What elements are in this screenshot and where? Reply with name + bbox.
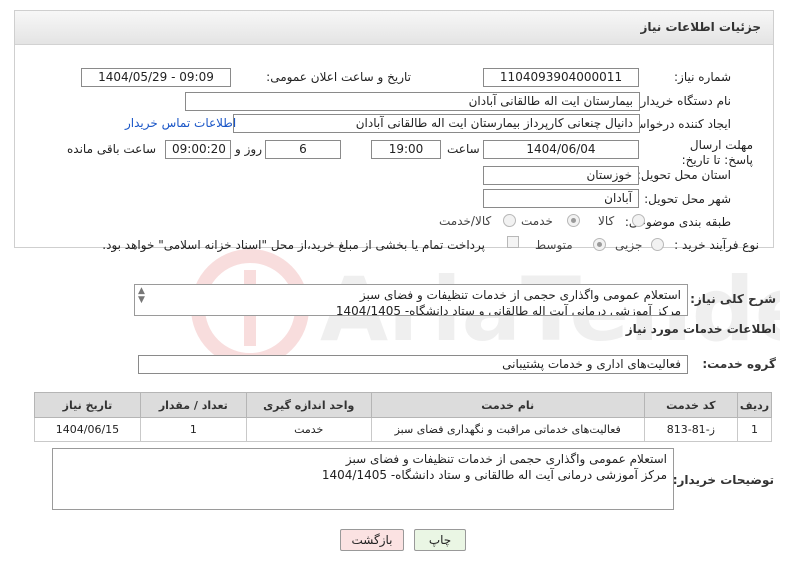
service-group-field[interactable]: فعالیت‌های اداری و خدمات پشتیبانی <box>138 355 688 374</box>
general-desc-label: شرح کلی نیاز: <box>690 292 776 306</box>
col-header-row: ردیف <box>736 392 773 418</box>
cell-row-number: 1 <box>736 417 773 442</box>
services-section-title: اطلاعات خدمات مورد نیاز <box>625 322 776 336</box>
need-number-field[interactable]: 1104093904000011 <box>483 68 639 87</box>
table-row[interactable]: 1 ز-81-813 فعالیت‌های خدماتی مراقبت و نگ… <box>34 417 773 442</box>
city-field[interactable]: آبادان <box>483 189 639 208</box>
remaining-days-field[interactable]: 6 <box>265 140 341 159</box>
cell-quantity: 1 <box>139 417 247 442</box>
general-desc-line-2: مرکز آموزشی درمانی آیت اله طالقانی و ستا… <box>335 304 681 316</box>
deadline-date-field[interactable]: 1404/06/04 <box>483 140 639 159</box>
province-field[interactable]: خوزستان <box>483 166 639 185</box>
general-desc-textarea[interactable]: استعلام عمومی واگذاری حجمی از خدمات تنظی… <box>134 284 688 316</box>
process-label: نوع فرآیند خرید : <box>674 238 759 252</box>
category-radio-goods-service[interactable] <box>503 214 516 227</box>
treasury-payment-checkbox[interactable] <box>507 236 519 248</box>
process-option-medium: متوسط <box>535 238 573 252</box>
province-label: استان محل تحویل: <box>636 168 731 182</box>
back-button[interactable]: بازگشت <box>340 529 404 551</box>
deadline-label: مهلت ارسال پاسخ: تا تاریخ: <box>681 138 753 167</box>
category-option-goods: کالا <box>598 214 615 228</box>
creator-field[interactable]: دانیال چنعانی کارپرداز بیمارستان ایت اله… <box>233 114 640 133</box>
buyer-notes-textarea[interactable]: استعلام عمومی واگذاری حجمی از خدمات تنظی… <box>52 448 674 510</box>
cell-unit: خدمت <box>245 417 372 442</box>
panel-header: جزئیات اطلاعات نیاز <box>15 11 773 45</box>
announce-datetime-field[interactable]: 1404/05/29 - 09:09 <box>81 68 231 87</box>
remaining-time-field[interactable]: 09:00:20 <box>165 140 231 159</box>
treasury-payment-note: پرداخت تمام یا بخشی از مبلغ خرید،از محل … <box>102 238 485 252</box>
buyer-notes-label: توضیحات خریدار: <box>672 473 774 487</box>
panel-title: جزئیات اطلاعات نیاز <box>640 20 761 34</box>
need-number-label: شماره نیاز: <box>674 70 731 84</box>
category-option-goods-service: کالا/خدمت <box>439 214 492 228</box>
buyer-contact-link[interactable]: اطلاعات تماس خریدار <box>125 116 236 130</box>
deadline-time-label: ساعت <box>447 142 480 156</box>
scroll-arrows-icon[interactable]: ▲ ▼ <box>138 287 145 305</box>
col-header-code: کد خدمت <box>643 392 738 418</box>
col-header-quantity: تعداد / مقدار <box>139 392 247 418</box>
service-group-label: گروه خدمت: <box>702 357 776 371</box>
process-option-minor: جزیی <box>615 238 643 252</box>
city-label: شهر محل تحویل: <box>644 192 731 206</box>
col-header-date: تاریخ نیاز <box>34 392 141 418</box>
category-radio-service[interactable] <box>567 214 580 227</box>
need-details-panel: جزئیات اطلاعات نیاز شماره نیاز: 11040939… <box>14 10 774 252</box>
category-radio-goods[interactable] <box>632 214 645 227</box>
general-desc-line-1: استعلام عمومی واگذاری حجمی از خدمات تنظی… <box>359 288 681 302</box>
announce-label: تاریخ و ساعت اعلان عمومی: <box>266 70 411 84</box>
buyer-notes-line-2: مرکز آموزشی درمانی آیت اله طالقانی و ستا… <box>321 468 667 482</box>
services-table: ردیف کد خدمت نام خدمت واحد اندازه گیری ت… <box>34 392 773 442</box>
buyer-notes-line-1: استعلام عمومی واگذاری حجمی از خدمات تنظی… <box>345 452 667 466</box>
print-button[interactable]: چاپ <box>414 529 466 551</box>
cell-service-code: ز-81-813 <box>643 417 738 442</box>
col-header-unit: واحد اندازه گیری <box>245 392 372 418</box>
cell-service-name: فعالیت‌های خدماتی مراقبت و نگهداری فضای … <box>370 417 645 442</box>
process-radio-medium[interactable] <box>593 238 606 251</box>
buyer-org-label: نام دستگاه خریدار: <box>636 94 732 108</box>
days-label: روز و <box>235 142 262 156</box>
cell-need-date: 1404/06/15 <box>34 417 141 442</box>
category-option-service: خدمت <box>521 214 553 228</box>
remaining-label: ساعت باقی مانده <box>67 142 157 156</box>
process-radio-minor[interactable] <box>651 238 664 251</box>
col-header-name: نام خدمت <box>370 392 645 418</box>
buyer-org-field[interactable]: بیمارستان ایت اله طالقانی آبادان <box>185 92 640 111</box>
deadline-time-field[interactable]: 19:00 <box>371 140 441 159</box>
